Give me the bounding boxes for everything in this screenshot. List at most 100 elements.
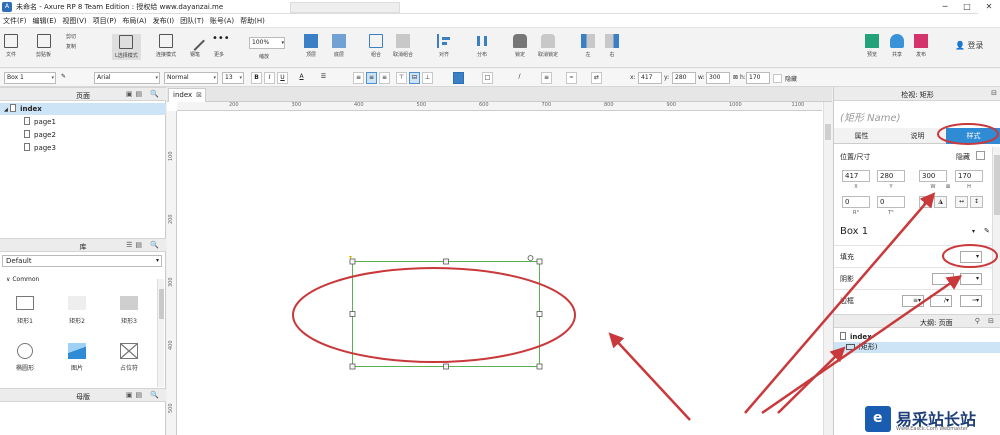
pen-button[interactable]: 钢笔 bbox=[185, 31, 205, 58]
height-input[interactable]: 170 bbox=[746, 72, 770, 84]
menu-layout[interactable]: 布局(A) bbox=[119, 16, 149, 26]
align-left-icon[interactable]: ≡ bbox=[353, 72, 364, 84]
fill-color-swatch[interactable] bbox=[453, 72, 464, 84]
maximize-icon[interactable]: □ bbox=[956, 0, 978, 14]
page-item-page3[interactable]: page3 bbox=[0, 142, 166, 154]
rotation-input[interactable]: 0 bbox=[842, 196, 870, 208]
tab-properties[interactable]: 属性 bbox=[834, 128, 889, 144]
close-icon[interactable]: ✕ bbox=[978, 0, 1000, 14]
font-family-select[interactable]: Arial ▾ bbox=[94, 72, 160, 84]
clipboard-button[interactable]: 剪贴板 bbox=[36, 34, 51, 58]
font-size-select[interactable]: 13 ▾ bbox=[222, 72, 244, 84]
x-input[interactable]: 417 bbox=[638, 72, 662, 84]
inspector-scroll-thumb[interactable] bbox=[994, 155, 1000, 215]
cut-button[interactable]: 剪切 bbox=[66, 33, 76, 40]
inspector-w-input[interactable]: 300 bbox=[919, 170, 947, 182]
line-width-icon[interactable]: ≡ bbox=[541, 72, 552, 84]
menu-team[interactable]: 团队(T) bbox=[177, 16, 207, 26]
align-center-icon[interactable]: ≡ bbox=[366, 72, 377, 84]
bullet-list-icon[interactable]: ☰ bbox=[318, 72, 329, 84]
unlock-button[interactable]: 取消锁定 bbox=[538, 34, 558, 58]
line-color-icon[interactable]: ∕ bbox=[514, 72, 525, 84]
y-input[interactable]: 280 bbox=[672, 72, 696, 84]
library-scroll-thumb[interactable] bbox=[159, 289, 164, 319]
chevron-down-icon[interactable]: ▾ bbox=[972, 228, 975, 235]
menu-file[interactable]: 文件(F) bbox=[0, 16, 30, 26]
right-button[interactable]: 右 bbox=[605, 34, 619, 58]
inspector-options-icon[interactable]: ⊟ bbox=[991, 89, 997, 97]
line-style-icon[interactable]: ┅ bbox=[566, 72, 577, 84]
canvas-scrollbar[interactable] bbox=[823, 102, 832, 435]
font-color-icon[interactable]: A bbox=[296, 72, 307, 84]
arrow-style-icon[interactable]: ⇄ bbox=[591, 72, 602, 84]
outer-shadow-swatch[interactable]: ▾ bbox=[932, 273, 954, 285]
border-style-select[interactable]: ┅▾ bbox=[960, 295, 982, 307]
menu-account[interactable]: 账号(A) bbox=[207, 16, 237, 26]
outline-actions[interactable]: ⚲ ⊟ bbox=[975, 317, 997, 325]
distribute-button[interactable]: 分布 bbox=[475, 34, 489, 58]
inspector-h-input[interactable]: 170 bbox=[955, 170, 983, 182]
menu-project[interactable]: 项目(P) bbox=[90, 16, 120, 26]
file-button[interactable]: 文件 bbox=[4, 34, 18, 58]
menu-edit[interactable]: 编辑(E) bbox=[30, 16, 60, 26]
text-rotation-input[interactable]: 0 bbox=[877, 196, 905, 208]
library-group-common[interactable]: ∨ Common bbox=[6, 276, 39, 283]
outline-rectangle-item[interactable]: (矩形) bbox=[834, 342, 1000, 353]
connect-mode-button[interactable]: 连接模式 bbox=[156, 34, 176, 58]
bold-button[interactable]: B bbox=[251, 72, 262, 84]
hidden-checkbox[interactable] bbox=[773, 74, 782, 83]
bring-to-top-button[interactable]: 顶层 bbox=[304, 34, 318, 58]
widget-style-name[interactable]: Box 1 bbox=[840, 226, 868, 237]
canvas-scroll-thumb[interactable] bbox=[825, 124, 831, 140]
menu-view[interactable]: 视图(V) bbox=[59, 16, 89, 26]
library-panel-actions[interactable]: ☰▤ 🔍 bbox=[126, 241, 162, 249]
inspector-y-input[interactable]: 280 bbox=[877, 170, 905, 182]
zoom-select[interactable]: 100% ▾ bbox=[249, 37, 285, 49]
align-right-icon[interactable]: ≡ bbox=[379, 72, 390, 84]
font-style-select[interactable]: Normal ▾ bbox=[164, 72, 218, 84]
library-scrollbar[interactable] bbox=[157, 279, 164, 387]
copy-button[interactable]: 复制 bbox=[66, 43, 76, 50]
lock-ratio-icon[interactable]: ⊠ bbox=[733, 74, 738, 81]
login-button[interactable]: 👤 登录 bbox=[955, 40, 984, 51]
flip-vertical-icon[interactable]: ◭ bbox=[919, 196, 932, 208]
fill-color-swatch[interactable]: ▾ bbox=[960, 251, 982, 263]
library-select[interactable]: Default ▾ bbox=[2, 255, 162, 267]
inner-shadow-swatch[interactable]: ▾ bbox=[960, 273, 982, 285]
width-input[interactable]: 300 bbox=[706, 72, 730, 84]
fit-width-icon[interactable]: ↔ bbox=[955, 196, 968, 208]
share-button[interactable]: 共享 bbox=[890, 34, 904, 58]
menu-publish[interactable]: 发布(I) bbox=[150, 16, 178, 26]
widget-ellipse[interactable]: 椭圆形 bbox=[6, 343, 44, 372]
page-item-index[interactable]: ◢ index bbox=[0, 103, 166, 115]
shadow-icon[interactable]: □ bbox=[482, 72, 493, 84]
ungroup-button[interactable]: 取消组合 bbox=[393, 34, 413, 58]
minimize-icon[interactable]: ─ bbox=[934, 0, 956, 14]
more-button[interactable]: ••• 更多 bbox=[212, 34, 230, 59]
outline-page-item[interactable]: index bbox=[840, 332, 872, 341]
tab-style[interactable]: 样式 bbox=[946, 128, 1000, 144]
widget-rectangle-1[interactable]: 矩形1 bbox=[6, 296, 44, 325]
underline-button[interactable]: U bbox=[277, 72, 288, 84]
publish-button[interactable]: 发布 bbox=[914, 34, 928, 58]
page-item-page1[interactable]: page1 bbox=[0, 116, 166, 128]
fit-height-icon[interactable]: ↕ bbox=[970, 196, 983, 208]
masters-panel-actions[interactable]: ▣▤ 🔍 bbox=[126, 391, 162, 399]
send-to-bottom-button[interactable]: 底层 bbox=[332, 34, 346, 58]
preview-button[interactable]: 预览 bbox=[865, 34, 879, 58]
widget-placeholder[interactable]: 占位符 bbox=[110, 343, 148, 372]
select-mode-button[interactable]: L选择模式 bbox=[112, 34, 141, 60]
align-bottom-icon[interactable]: ⊥ bbox=[422, 72, 433, 84]
widget-rectangle-2[interactable]: 矩形2 bbox=[58, 296, 96, 325]
italic-button[interactable]: I bbox=[264, 72, 275, 84]
inspector-scrollbar[interactable] bbox=[992, 147, 1000, 327]
align-button[interactable]: 对齐 bbox=[437, 34, 451, 58]
left-button[interactable]: 左 bbox=[581, 34, 595, 58]
lock-button[interactable]: 锁定 bbox=[513, 34, 527, 58]
pages-panel-actions[interactable]: ▣▤ 🔍 bbox=[126, 90, 162, 98]
widget-name-input[interactable]: (矩形 Name) bbox=[840, 109, 900, 124]
style-edit-icon[interactable]: ✎ bbox=[984, 227, 990, 235]
widget-name-select[interactable]: Box 1 ▾ bbox=[4, 72, 56, 84]
inspector-x-input[interactable]: 417 bbox=[842, 170, 870, 182]
group-button[interactable]: 组合 bbox=[369, 34, 383, 58]
